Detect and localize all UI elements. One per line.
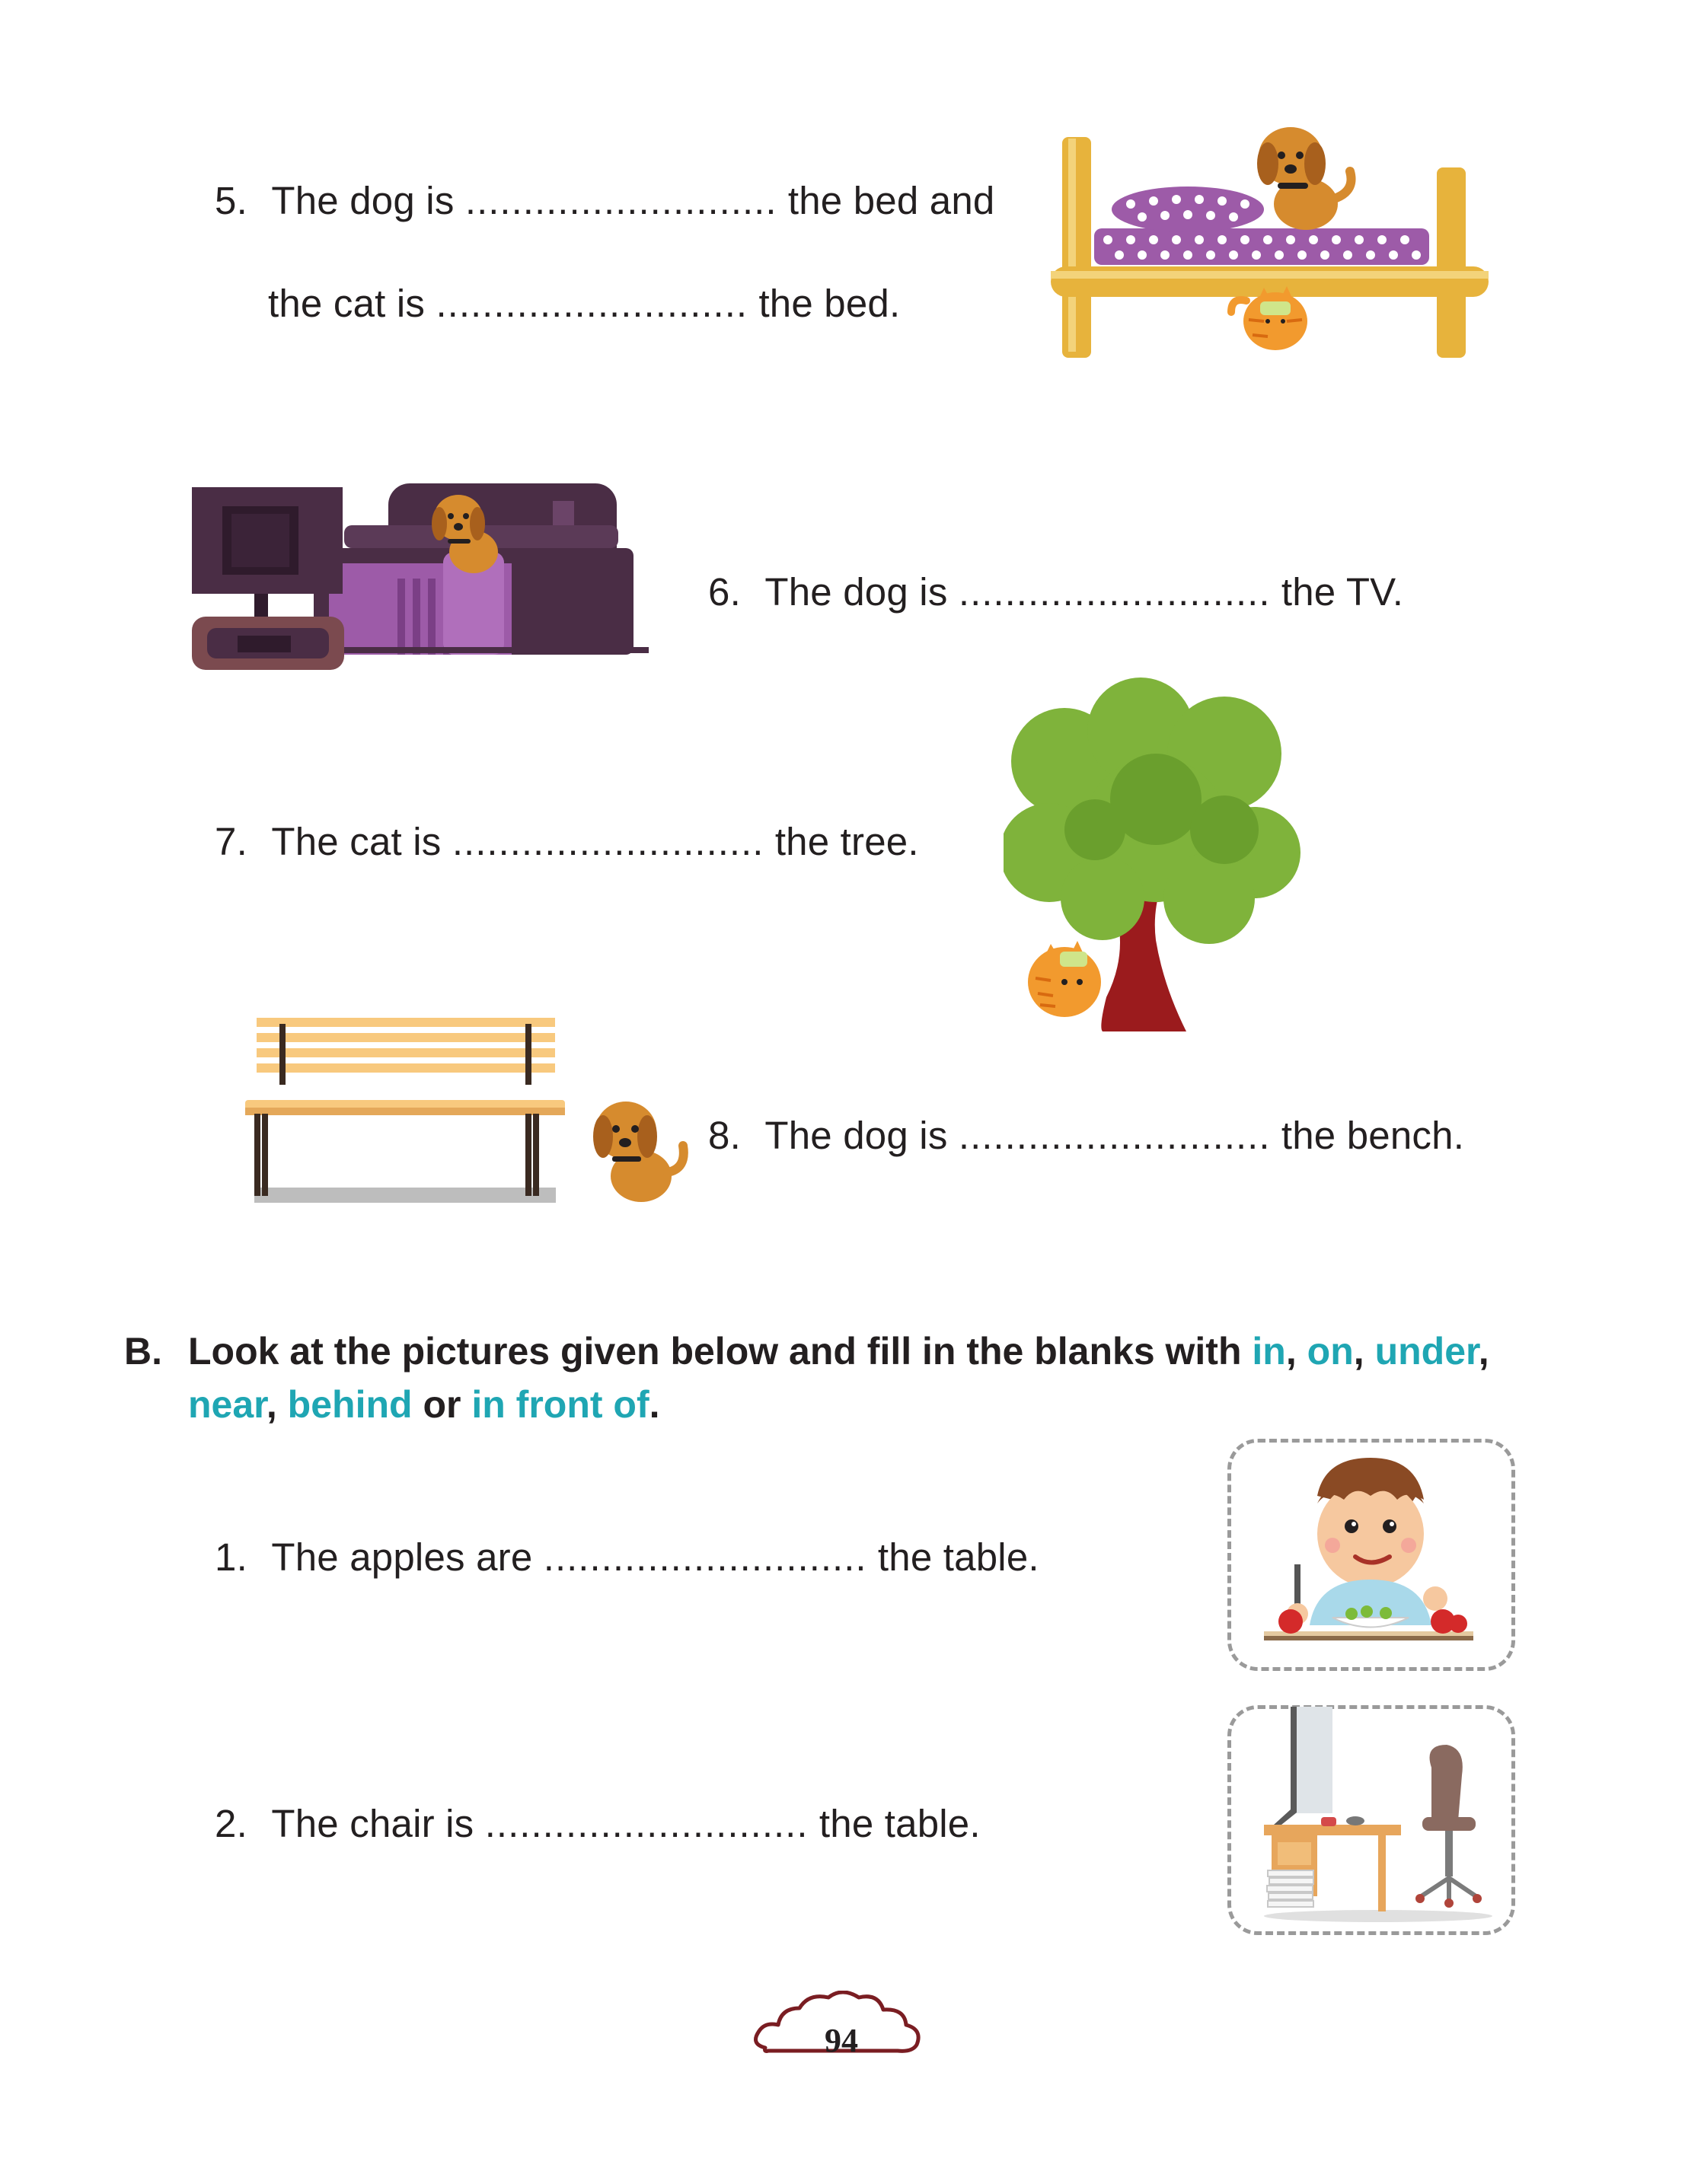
keyword-under: under (1374, 1330, 1479, 1373)
question-7: 7. The cat is ..........................… (215, 822, 919, 861)
dog-on-sofa-behind-tv-image (192, 483, 649, 670)
question-prefix: The cat is (271, 820, 442, 863)
question-number: 7. (215, 820, 247, 863)
question-number: 2. (215, 1802, 247, 1845)
question-b2: 2. The chair is ........................… (215, 1804, 981, 1843)
answer-blank[interactable]: ............................ (544, 1535, 867, 1579)
question-suffix: the table. (819, 1802, 981, 1845)
keyword-in-front-of: in front of (471, 1383, 649, 1426)
dog-on-bed-cat-under-bed-image (1051, 127, 1489, 358)
or-text: or (423, 1383, 461, 1426)
question-b1: 1. The apples are ......................… (215, 1538, 1039, 1577)
answer-blank[interactable]: ........................... (436, 282, 748, 325)
dog-near-bench-image (245, 1018, 688, 1203)
cat-behind-tree-image (1004, 678, 1300, 1031)
question-prefix: The chair is (271, 1802, 474, 1845)
keyword-in: in (1252, 1330, 1286, 1373)
section-b-heading: B. Look at the pictures given below and … (124, 1325, 1540, 1431)
question-8: 8. The dog is ..........................… (708, 1116, 1464, 1155)
boy-eating-at-table-image (1264, 1458, 1473, 1640)
question-number: 8. (708, 1114, 741, 1157)
answer-blank[interactable]: ........................... (959, 1114, 1271, 1157)
question-suffix: the tree. (774, 820, 919, 863)
question-number: 5. (215, 179, 247, 222)
keyword-near: near (188, 1383, 266, 1426)
section-label: B. (124, 1330, 162, 1373)
question-prefix: The dog is (271, 179, 455, 222)
question-prefix: the cat is (268, 282, 426, 325)
question-number: 1. (215, 1535, 247, 1579)
question-5-line1: 5. The dog is ..........................… (215, 181, 995, 220)
question-prefix: The dog is (764, 570, 948, 614)
keyword-behind: behind (287, 1383, 413, 1426)
question-suffix: the bed and (787, 179, 995, 222)
question-suffix: the bed. (758, 282, 901, 325)
question-6: 6. The dog is ..........................… (708, 572, 1403, 611)
answer-blank[interactable]: ........................... (465, 179, 777, 222)
question-5-line2: the cat is ........................... t… (268, 284, 900, 323)
instruction-text: Look at the pictures given below and fil… (188, 1330, 1242, 1373)
question-suffix: the TV. (1281, 570, 1404, 614)
question-suffix: the table. (877, 1535, 1039, 1579)
keyword-on: on (1307, 1330, 1354, 1373)
page-number: 94 (825, 2022, 858, 2059)
answer-blank[interactable]: ........................... (452, 820, 764, 863)
question-number: 6. (708, 570, 741, 614)
answer-blank[interactable]: ........................... (959, 570, 1271, 614)
question-prefix: The dog is (764, 1114, 948, 1157)
desk-and-chair-image (1264, 1707, 1492, 1922)
answer-blank[interactable]: ............................ (485, 1802, 809, 1845)
question-suffix: the bench. (1281, 1114, 1465, 1157)
question-prefix: The apples are (271, 1535, 533, 1579)
